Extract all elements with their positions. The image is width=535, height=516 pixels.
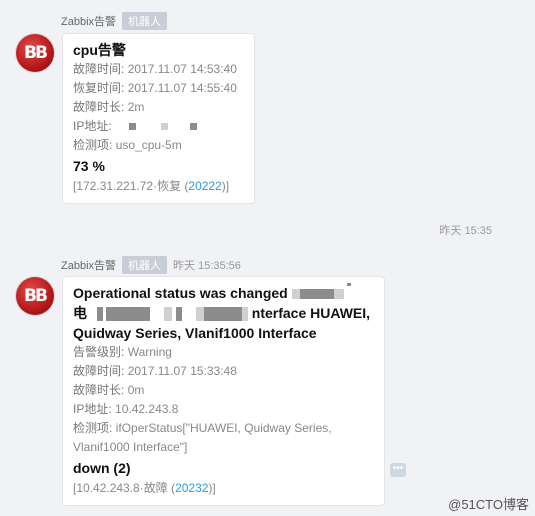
alert-row: 故障时长: 0m — [73, 383, 145, 397]
alert-title: cpu告警 — [73, 42, 126, 58]
message-meta: Zabbix告警 机器人 昨天 15:35:56 — [61, 256, 241, 274]
alert-value: down (2) — [73, 460, 131, 476]
more-options-icon[interactable]: ••• — [390, 463, 406, 477]
watermark: @51CTO博客 — [448, 497, 529, 512]
alert-row: 故障时间: 2017.11.07 14:53:40 — [73, 62, 237, 76]
alert-footer: [10.42.243.8·故障 (20232)] — [73, 481, 216, 495]
alert-footer: [172.31.221.72·恢复 (20222)] — [73, 179, 230, 193]
bot-badge: 机器人 — [122, 12, 168, 30]
alert-title: Operational status was changed — [73, 283, 374, 303]
alert-row-cont: Vlanif1000 Interface"] — [73, 440, 188, 454]
redacted-ip — [129, 119, 197, 133]
message-bubble[interactable]: cpu告警 故障时间: 2017.11.07 14:53:40 恢复时间: 20… — [62, 33, 255, 204]
sender-avatar[interactable]: BB — [16, 34, 54, 72]
alert-row: 告警级别: Warning — [73, 345, 172, 359]
alert-row: IP地址: 10.42.243.8 — [73, 402, 179, 416]
divider-timestamp: 昨天 15:35 — [439, 225, 492, 237]
alert-value: 73 % — [73, 158, 105, 174]
redacted-text — [291, 283, 351, 301]
event-link[interactable]: 20232 — [175, 481, 208, 495]
alert-row-ip: IP地址: — [73, 117, 244, 136]
bot-badge: 机器人 — [122, 256, 168, 274]
alert-row: 检测项: ifOperStatus["HUAWEI, Quidway Serie… — [73, 421, 332, 435]
alert-title-line: 电 nterface HUAWEI, — [73, 305, 371, 322]
sender-avatar[interactable]: BB — [16, 277, 54, 315]
message-bubble[interactable]: Operational status was changed 电 nterfac… — [62, 276, 385, 506]
message-time: 昨天 15:35:56 — [173, 260, 241, 272]
sender-name[interactable]: Zabbix告警 — [61, 257, 116, 273]
event-link[interactable]: 20222 — [188, 179, 221, 193]
redacted-text — [91, 305, 252, 322]
alert-row: 恢复时间: 2017.11.07 14:55:40 — [73, 81, 237, 95]
message-meta: Zabbix告警 机器人 — [61, 12, 168, 30]
alert-row: 故障时长: 2m — [73, 100, 145, 114]
alert-row: 故障时间: 2017.11.07 15:33:48 — [73, 364, 237, 378]
alert-row: 检测项: uso_cpu-5m — [73, 138, 182, 152]
alert-title-line: Quidway Series, Vlanif1000 Interface — [73, 325, 317, 341]
sender-name[interactable]: Zabbix告警 — [61, 13, 116, 29]
